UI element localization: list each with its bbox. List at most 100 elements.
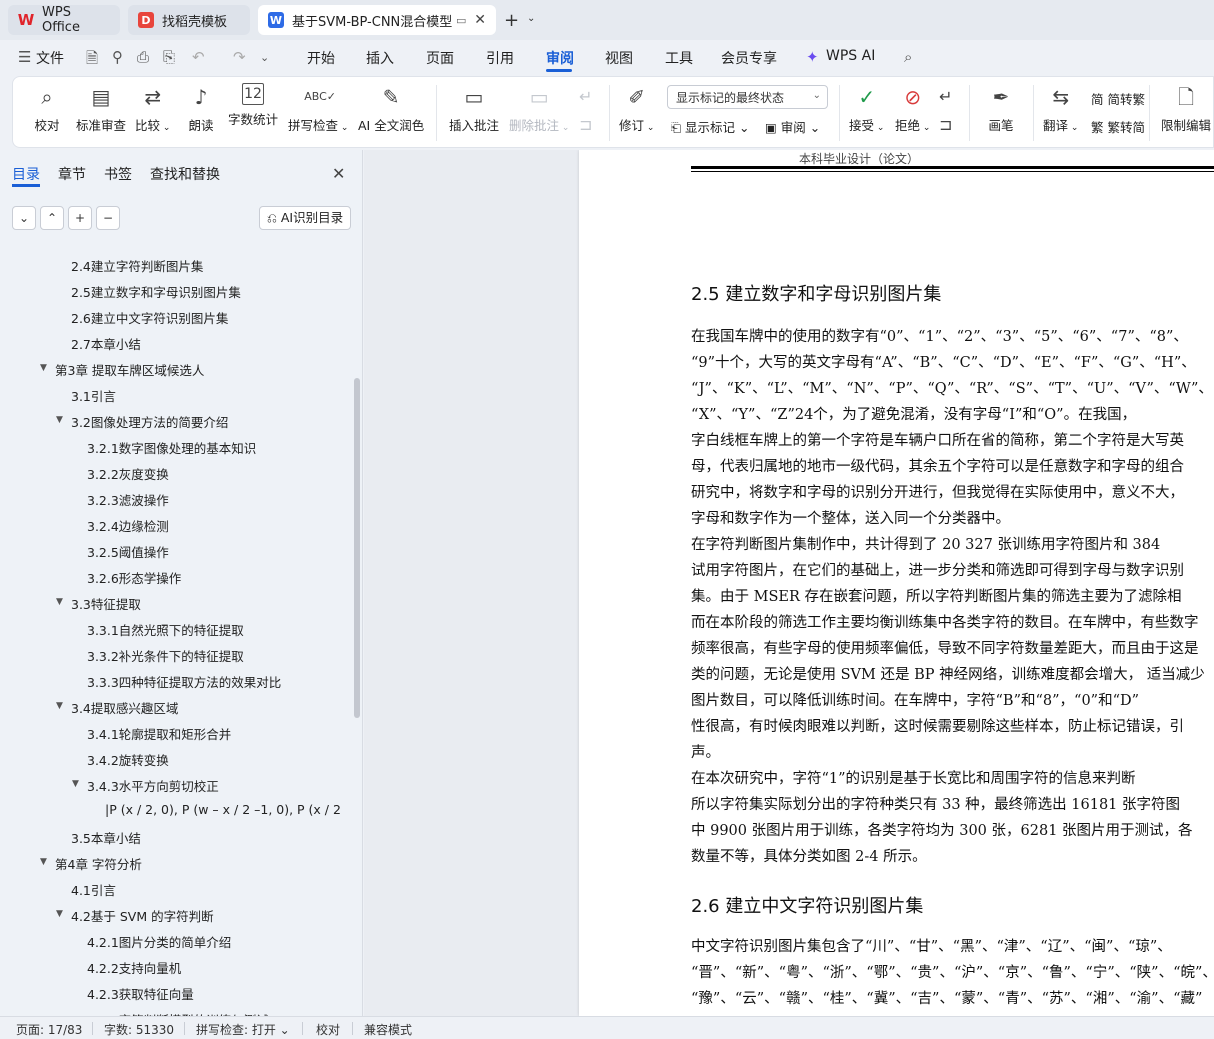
tab-document[interactable]: W 基于SVM-BP-CNN混合模型的 ▭ ✕ — [258, 5, 496, 35]
share-icon[interactable]: ⚲ — [112, 48, 123, 66]
translate-button[interactable]: ⇆ 翻译 ⌄ — [1043, 83, 1078, 134]
expand-triangle-icon[interactable]: ▼ — [56, 909, 63, 919]
compare-button[interactable]: ⇄ 比较 ⌄ — [135, 83, 170, 134]
monitor-icon[interactable]: ▭ — [456, 14, 466, 27]
search-icon[interactable]: ⌕ — [904, 48, 912, 66]
toc-item[interactable]: 4.2.2支持向量机 — [0, 958, 350, 978]
tab-toc[interactable]: 目录 — [12, 164, 40, 184]
menu-page[interactable]: 页面 — [426, 48, 454, 68]
toc-item[interactable]: 4.2.1图片分类的简单介绍 — [0, 932, 350, 952]
standard-review-button[interactable]: ▤ 标准审查 — [76, 83, 126, 134]
proofread-indicator[interactable]: 校对 — [316, 1021, 340, 1038]
toc-item[interactable]: ▼ 4.2基于 SVM 的字符判断 — [0, 906, 350, 926]
to-traditional-button[interactable]: 简 简转繁 — [1091, 89, 1145, 108]
expand-triangle-icon[interactable]: ▼ — [40, 857, 47, 867]
insert-comment-button[interactable]: ▭ 插入批注 — [449, 83, 499, 134]
toc-item[interactable]: 3.2.3滤波操作 — [0, 490, 350, 510]
tab-wps-office[interactable]: W WPS Office — [8, 5, 120, 35]
toc-item[interactable]: 3.3.2补光条件下的特征提取 — [0, 646, 350, 666]
read-aloud-button[interactable]: ♪ 朗读 — [187, 83, 215, 134]
toc-item[interactable]: 2.5建立数字和字母识别图片集 — [0, 282, 350, 302]
close-icon[interactable]: ✕ — [332, 164, 345, 183]
new-tab-icon[interactable]: + — [504, 10, 519, 31]
toc-item[interactable]: 3.5本章小结 — [0, 828, 350, 848]
toc-item[interactable]: |P (x / 2, 0), P (w – x / 2 –1, 0), P (x… — [0, 802, 350, 822]
ai-toc-button[interactable]: ⎌ AI识别目录 — [259, 206, 351, 230]
collapse-all-button[interactable]: ⌄ — [12, 206, 36, 230]
word-count-button[interactable]: 12 字数统计 — [228, 83, 278, 128]
revise-button[interactable]: ✐ 修订 ⌄ — [619, 83, 654, 134]
reject-button[interactable]: ⊘ 拒绝 ⌄ — [895, 83, 930, 134]
word-count-indicator[interactable]: 字数: 51330 — [104, 1021, 174, 1038]
show-markup-button[interactable]: ⎗ 显示标记 ⌄ — [671, 117, 749, 136]
menu-member[interactable]: 会员专享 — [721, 48, 777, 68]
next-comment-icon[interactable]: ⊐ — [579, 115, 592, 134]
menu-insert[interactable]: 插入 — [366, 48, 394, 68]
toc-item[interactable]: 3.2.6形态学操作 — [0, 568, 350, 588]
remove-heading-button[interactable]: − — [96, 206, 120, 230]
toc-item[interactable]: 3.2.4边缘检测 — [0, 516, 350, 536]
prev-change-icon[interactable]: ↵ — [939, 87, 952, 106]
menu-review[interactable]: 审阅 — [546, 48, 574, 68]
toc-item[interactable]: ▼ 第4章 字符分析 — [0, 854, 350, 874]
toc-item[interactable]: 3.2.1数字图像处理的基本知识 — [0, 438, 350, 458]
print-icon[interactable]: ⎙ — [137, 48, 149, 66]
menu-start[interactable]: 开始 — [307, 48, 335, 68]
toc-scrollbar[interactable] — [354, 378, 360, 718]
prev-comment-icon[interactable]: ↵ — [579, 87, 592, 106]
review-pane-button[interactable]: ▣ 审阅 ⌄ — [765, 117, 820, 136]
ink-button[interactable]: ✒ 画笔 — [987, 83, 1015, 134]
proofread-button[interactable]: ⌕ 校对 — [33, 83, 61, 134]
tab-bookmark[interactable]: 书签 — [104, 164, 132, 184]
menu-wps-ai[interactable]: WPS AI — [826, 48, 875, 64]
chevron-down-icon[interactable]: ⌄ — [527, 13, 535, 24]
menu-file[interactable]: 文件 — [36, 48, 64, 68]
save-icon[interactable]: 🗎 — [86, 48, 98, 73]
tab-find-replace[interactable]: 查找和替换 — [150, 164, 220, 184]
expand-triangle-icon[interactable]: ▼ — [56, 701, 63, 711]
redo-icon[interactable]: ↷ — [233, 48, 246, 66]
toc-item[interactable]: 4.1引言 — [0, 880, 350, 900]
spell-check-indicator[interactable]: 拼写检查: 打开 ⌄ — [196, 1021, 290, 1038]
tab-chapter[interactable]: 章节 — [58, 164, 86, 184]
toc-item[interactable]: 3.2.5阈值操作 — [0, 542, 350, 562]
toc-item[interactable]: ▼ 3.4.3水平方向剪切校正 — [0, 776, 350, 796]
expand-triangle-icon[interactable]: ▼ — [56, 597, 63, 607]
expand-up-button[interactable]: ⌃ — [40, 206, 64, 230]
toc-item[interactable]: 3.3.1自然光照下的特征提取 — [0, 620, 350, 640]
accept-button[interactable]: ✓ 接受 ⌄ — [849, 83, 884, 134]
close-icon[interactable]: ✕ — [474, 12, 486, 28]
next-change-icon[interactable]: ⊐ — [939, 115, 952, 134]
toc-item[interactable]: ▼ 3.4提取感兴趣区域 — [0, 698, 350, 718]
print-preview-icon[interactable]: ⎘ — [163, 48, 175, 66]
toc-item[interactable]: 2.4建立字符判断图片集 — [0, 256, 350, 276]
to-simplified-button[interactable]: 繁 繁转简 — [1091, 117, 1145, 136]
chevron-down-icon[interactable]: ⌄ — [260, 51, 269, 64]
toc-item[interactable]: ▼ 3.3特征提取 — [0, 594, 350, 614]
toc-item[interactable]: 2.6建立中文字符识别图片集 — [0, 308, 350, 328]
toc-item[interactable]: 3.1引言 — [0, 386, 350, 406]
toc-item[interactable]: ▼ 第3章 提取车牌区域候选人 — [0, 360, 350, 380]
page-indicator[interactable]: 页面: 17/83 — [16, 1021, 82, 1038]
toc-item[interactable]: 3.3.3四种特征提取方法的效果对比 — [0, 672, 350, 692]
expand-triangle-icon[interactable]: ▼ — [40, 363, 47, 373]
menu-reference[interactable]: 引用 — [486, 48, 514, 68]
markup-mode-select[interactable]: 显示标记的最终状态 ⌄ — [667, 85, 828, 109]
expand-triangle-icon[interactable]: ▼ — [72, 779, 79, 789]
add-heading-button[interactable]: + — [68, 206, 92, 230]
document-page[interactable]: 本科毕业设计（论文） 2.5 建立数字和字母识别图片集 在我国车牌中的使用的数字… — [579, 150, 1214, 1016]
spell-check-button[interactable]: ABC✓ 拼写检查 ⌄ — [288, 83, 348, 134]
toc-item[interactable]: 3.2.2灰度变换 — [0, 464, 350, 484]
toc-item[interactable]: 2.7本章小结 — [0, 334, 350, 354]
hamburger-icon[interactable]: ☰ — [18, 48, 31, 66]
expand-triangle-icon[interactable]: ▼ — [56, 415, 63, 425]
restrict-edit-button[interactable]: 🗋 限制编辑 — [1161, 83, 1211, 134]
toc-item[interactable]: ▼ 3.2图像处理方法的简要介绍 — [0, 412, 350, 432]
undo-icon[interactable]: ↶ — [192, 48, 205, 66]
tab-template[interactable]: D 找稻壳模板 — [128, 5, 250, 35]
toc-item[interactable]: 3.4.1轮廓提取和矩形合并 — [0, 724, 350, 744]
toc-item[interactable]: 3.4.2旋转变换 — [0, 750, 350, 770]
ai-polish-button[interactable]: ✎ AI 全文润色 — [358, 83, 424, 134]
menu-tools[interactable]: 工具 — [665, 48, 693, 68]
menu-view[interactable]: 视图 — [605, 48, 633, 68]
